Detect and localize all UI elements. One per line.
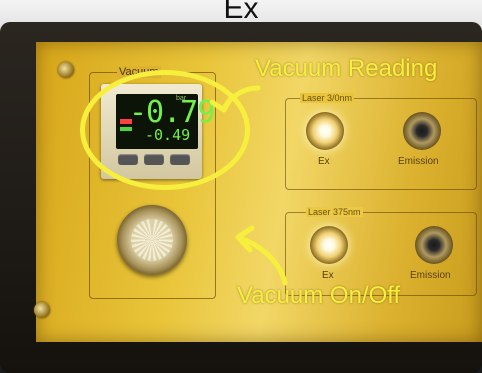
- photo-scene: Ex Vacuum -0.79 -0.49 bar Laser 3/0nm Ex…: [0, 0, 482, 373]
- emission-knob-bottom[interactable]: [415, 226, 453, 264]
- ex-knob-top[interactable]: [306, 112, 344, 150]
- screw-icon: [34, 302, 50, 318]
- emission-label-top: Emission: [398, 156, 439, 167]
- vacuum-on-off-switch[interactable]: [117, 205, 187, 275]
- ex-knob-bottom[interactable]: [310, 226, 348, 264]
- ex-label-top: Ex: [318, 156, 330, 167]
- emission-label-bottom: Emission: [410, 270, 451, 281]
- laser-panel-bottom-title: Laser 375nm: [306, 207, 363, 217]
- laser-panel-top-title: Laser 3/0nm: [300, 93, 355, 103]
- ex-label-bottom: Ex: [322, 270, 334, 281]
- emission-knob-top[interactable]: [403, 112, 441, 150]
- vacuum-reading-annotation: Vacuum Reading: [255, 55, 438, 82]
- vacuum-on-off-annotation: Vacuum On/Off: [237, 282, 401, 309]
- screw-icon: [58, 62, 74, 78]
- vacuum-reading-highlight: [80, 70, 250, 190]
